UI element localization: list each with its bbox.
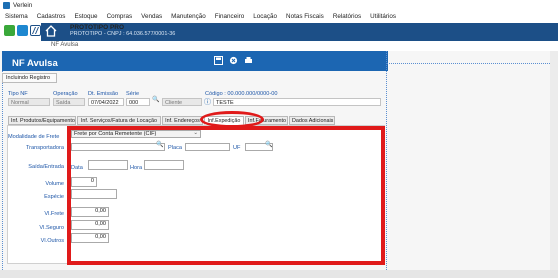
info-icon[interactable]: ⓘ bbox=[204, 97, 211, 107]
tab-dados-adicionais[interactable]: Dados Adicionais bbox=[289, 116, 335, 125]
volume-label: Volume bbox=[45, 181, 64, 187]
codigo-input[interactable]: TESTE bbox=[213, 98, 381, 106]
app-icon bbox=[3, 2, 10, 9]
print-icon[interactable] bbox=[244, 56, 253, 65]
status-label: Incluindo Registro bbox=[2, 73, 57, 83]
vl-outros-label: Vl.Outros bbox=[40, 238, 64, 244]
menu-item[interactable]: Utilitários bbox=[365, 11, 400, 22]
menu-item[interactable]: Estoque bbox=[69, 11, 101, 22]
menu-bar: Sistema Cadastros Estoque Compras Vendas Manu… bbox=[0, 11, 558, 22]
tipo-nf-label: Tipo NF bbox=[8, 91, 28, 97]
guide-line bbox=[2, 71, 3, 270]
transportadora-label: Transportadora bbox=[25, 145, 64, 151]
undo-icon[interactable] bbox=[229, 56, 238, 65]
cliente-label: Cliente bbox=[165, 100, 183, 106]
codigo-label: Código : 00.000.000/0000-00 bbox=[205, 91, 278, 97]
menu-item[interactable]: Notas Fiscais bbox=[281, 11, 328, 22]
dt-emissao-input[interactable]: 07/04/2022 bbox=[88, 98, 124, 106]
home-icon[interactable] bbox=[45, 25, 57, 37]
menu-item[interactable]: Cadastros bbox=[32, 11, 70, 22]
serie-input[interactable]: 000 bbox=[126, 98, 150, 106]
tab-enderecos[interactable]: Inf. Endereços bbox=[162, 116, 203, 125]
menu-item[interactable]: Sistema bbox=[0, 11, 32, 22]
guide-line bbox=[386, 51, 387, 270]
highlight-rectangle bbox=[67, 126, 385, 265]
brand-logo-icon bbox=[30, 25, 41, 36]
menu-item[interactable]: Compras bbox=[102, 11, 137, 22]
saida-entrada-label: Saída/Entrada bbox=[28, 164, 64, 170]
save-icon[interactable] bbox=[214, 56, 223, 65]
window-title: Verlein bbox=[13, 2, 33, 9]
search-icon[interactable]: 🔍 bbox=[152, 96, 159, 103]
company-name: PROTOTIPO PRO bbox=[70, 24, 125, 31]
tab-produtos[interactable]: Inf. Produtos/Equipamentos bbox=[8, 116, 76, 125]
menu-item[interactable]: Locação bbox=[248, 11, 281, 22]
form-title: NF Avulsa bbox=[12, 58, 58, 69]
dt-emissao-label: Dt. Emissão bbox=[88, 91, 119, 97]
company-cnpj: PROTOTIPO - CNPJ : 64.036.577/0001-36 bbox=[70, 31, 176, 37]
doc-tab-nf-avulsa[interactable]: NF Avulsa bbox=[51, 42, 78, 48]
menu-item[interactable]: Vendas bbox=[136, 11, 166, 22]
vl-frete-label: Vl.Frete bbox=[44, 211, 64, 217]
guide-line bbox=[386, 63, 550, 64]
form-header bbox=[2, 51, 388, 71]
refresh-icon[interactable] bbox=[17, 25, 28, 36]
operacao-select[interactable]: Saída bbox=[53, 98, 85, 106]
operacao-label: Operação bbox=[53, 91, 78, 97]
document-tab-row bbox=[41, 41, 558, 51]
modalidade-label: Modalidade de Frete bbox=[8, 134, 60, 140]
menu-item[interactable]: Relatórios bbox=[328, 11, 365, 22]
cliente-input[interactable]: Cliente bbox=[162, 98, 202, 106]
menu-item[interactable]: Financeiro bbox=[210, 11, 248, 22]
vertical-scrollbar[interactable] bbox=[550, 51, 558, 278]
tipo-nf-select[interactable]: Normal bbox=[8, 98, 50, 106]
tab-servicos[interactable]: Inf. Serviços/Fatura de Locação bbox=[77, 116, 161, 125]
title-bar bbox=[0, 0, 558, 11]
serie-label: Série bbox=[126, 91, 140, 97]
whatsapp-icon[interactable] bbox=[4, 25, 15, 36]
highlight-oval bbox=[200, 111, 264, 128]
menu-item[interactable]: Manutenção bbox=[166, 11, 210, 22]
status-bar bbox=[0, 270, 558, 278]
vl-seguro-label: Vl.Seguro bbox=[39, 225, 64, 231]
especie-label: Espécie bbox=[44, 194, 64, 200]
